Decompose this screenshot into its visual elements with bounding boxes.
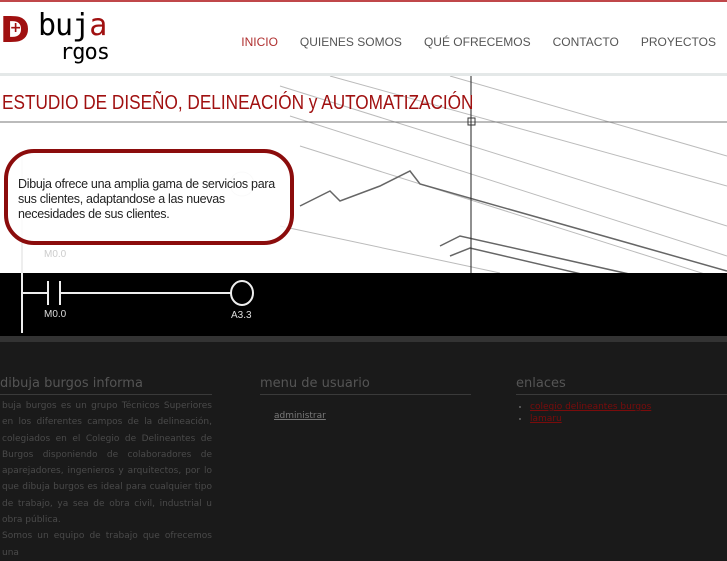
nav-proyectos[interactable]: PROYECTOS <box>641 35 716 49</box>
hero-banner: ESTUDIO DE DISEÑO, DELINEACIÓN y AUTOMAT… <box>0 76 727 336</box>
informa-title: dibuja burgos informa <box>0 376 212 395</box>
administrar-link[interactable]: administrar <box>274 411 326 421</box>
lamaru-link[interactable]: lamaru <box>530 414 562 424</box>
colegio-link[interactable]: colegio delineantes burgos <box>530 402 651 412</box>
informa-text: buja burgos es un grupo Técnicos Superio… <box>2 401 212 526</box>
faded-label: M0.0 <box>44 249 67 260</box>
contact-label: M0.0 <box>44 309 67 320</box>
nav-inicio[interactable]: INICIO <box>241 35 278 49</box>
menu-title: menu de usuario <box>260 376 471 395</box>
nav-quienes-somos[interactable]: QUIENES SOMOS <box>300 35 402 49</box>
nav-que-ofrecemos[interactable]: QUÉ OFRECEMOS <box>424 35 531 49</box>
intro-bubble: Dibuja ofrece una amplia gama de servici… <box>4 149 294 245</box>
footer-informa: dibuja burgos informa buja burgos es un … <box>0 376 212 561</box>
list-item: colegio delineantes burgos <box>530 401 727 413</box>
footer-enlaces: enlaces colegio delineantes burgos lamar… <box>516 376 727 425</box>
banner-title: ESTUDIO DE DISEÑO, DELINEACIÓN y AUTOMAT… <box>2 92 474 114</box>
main-nav: INICIO QUIENES SOMOS QUÉ OFRECEMOS CONTA… <box>241 35 716 49</box>
logo[interactable]: Di+ buja rgos <box>0 6 170 72</box>
ladder-strip: M0.0 A3.3 <box>0 273 727 336</box>
coil-label: A3.3 <box>231 310 252 321</box>
divider-band <box>0 336 727 342</box>
footer-menu: menu de usuario administrar <box>260 376 471 422</box>
ladder-diagram <box>21 273 254 333</box>
nav-contacto[interactable]: CONTACTO <box>553 35 619 49</box>
header: Di+ buja rgos INICIO QUIENES SOMOS QUÉ OF… <box>0 0 727 76</box>
links-list: colegio delineantes burgos lamaru <box>516 401 727 425</box>
enlaces-title: enlaces <box>516 376 727 395</box>
list-item: lamaru <box>530 413 727 425</box>
